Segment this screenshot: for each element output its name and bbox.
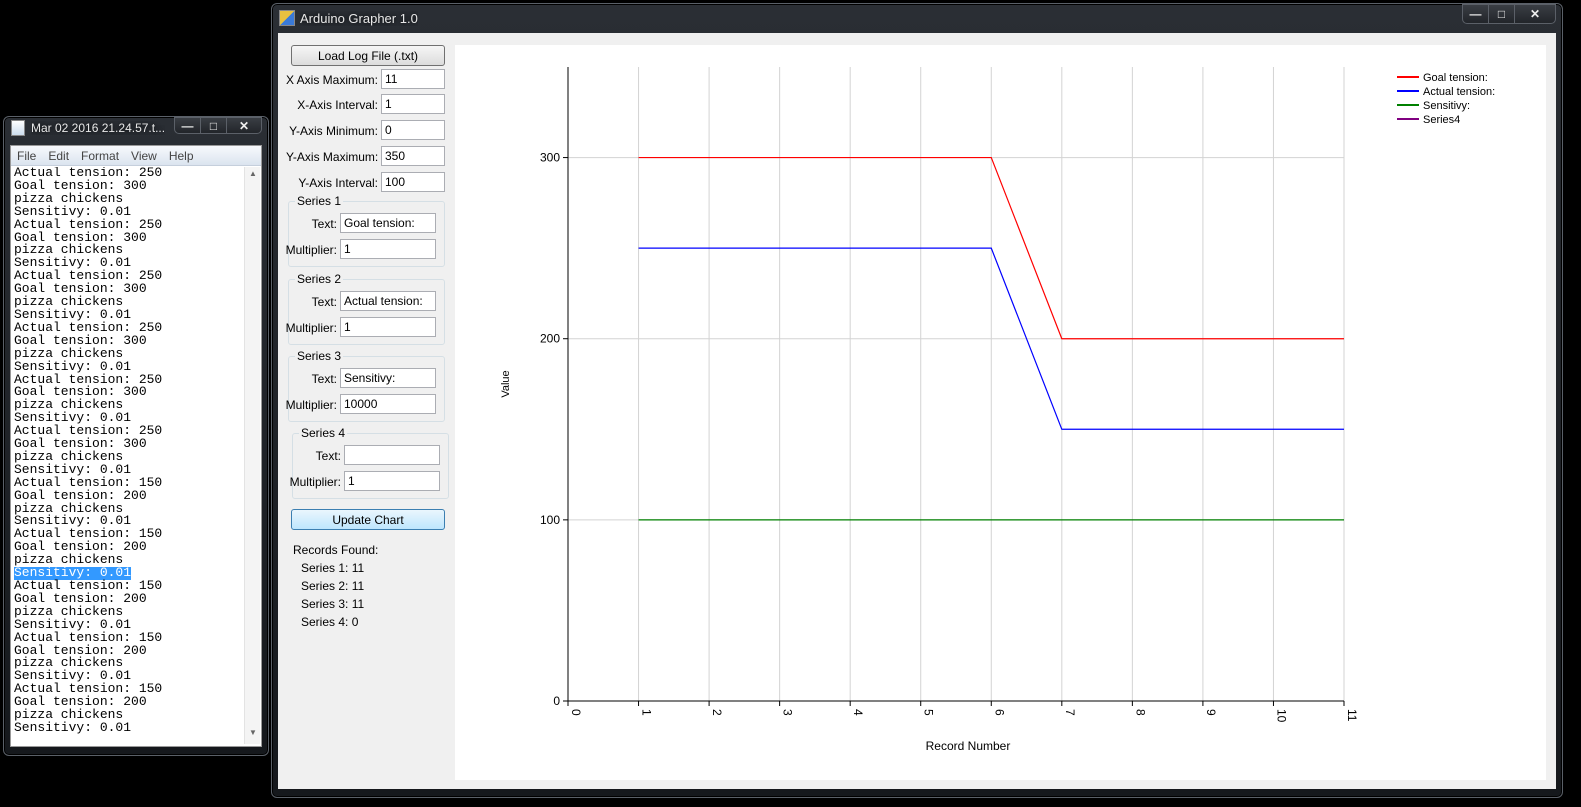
y-axis-interval-label: Y-Axis Interval: — [298, 176, 378, 190]
legend-label: Sensitivy: — [1423, 100, 1470, 112]
series-4-text-label: Text: — [315, 449, 341, 463]
y-tick-label: 300 — [540, 151, 560, 165]
x-tick-label: 11 — [1345, 709, 1359, 722]
y-tick-label: 100 — [540, 513, 560, 527]
series-1-group-title: Series 1 — [295, 194, 344, 208]
y-tick-label: 0 — [553, 694, 560, 708]
menu-file[interactable]: File — [11, 149, 42, 163]
minimize-button[interactable]: — — [1462, 4, 1488, 24]
legend-label: Series4 — [1423, 114, 1460, 126]
x-tick-label: 0 — [569, 709, 583, 716]
notepad-titlebar[interactable]: Mar 02 2016 21.24.57.t... — □ ✕ — [4, 117, 268, 139]
x-axis-max-label: X Axis Maximum: — [286, 73, 379, 87]
y-axis-min-input[interactable] — [381, 120, 445, 140]
maximize-button[interactable]: □ — [200, 117, 226, 134]
maximize-button[interactable]: □ — [1488, 4, 1514, 24]
notepad-window[interactable]: Mar 02 2016 21.24.57.t... — □ ✕ File Edit… — [3, 116, 269, 756]
series-4-group-title: Series 4 — [299, 426, 348, 440]
grapher-client: Load Log File (.txt) X Axis Maximum: X-A… — [278, 33, 1556, 789]
y-axis-max-input[interactable] — [381, 146, 445, 166]
legend-label: Actual tension: — [1423, 86, 1495, 98]
series-2-multiplier-label: Multiplier: — [285, 321, 337, 335]
y-tick-label: 200 — [540, 332, 560, 346]
minimize-button[interactable]: — — [174, 117, 200, 134]
x-tick-label: 2 — [710, 709, 724, 716]
series-2-multiplier-input[interactable] — [340, 317, 436, 337]
records-found-heading: Records Found: — [293, 543, 379, 557]
x-tick-label: 9 — [1204, 709, 1218, 716]
update-chart-button[interactable]: Update Chart — [291, 509, 445, 530]
menu-format[interactable]: Format — [75, 149, 125, 163]
records-series-3: Series 3: 11 — [301, 597, 365, 611]
menu-help[interactable]: Help — [163, 149, 200, 163]
y-axis-min-label: Y-Axis Minimum: — [289, 124, 378, 138]
close-button[interactable]: ✕ — [226, 117, 262, 134]
x-tick-label: 4 — [851, 709, 865, 716]
notepad-client: File Edit Format View Help Actual tension: 2… — [10, 145, 262, 747]
series-3-text-input[interactable] — [340, 368, 436, 388]
series-1-multiplier-label: Multiplier: — [285, 243, 337, 257]
series-3-multiplier-input[interactable] — [340, 394, 436, 414]
x-axis-max-input[interactable] — [381, 69, 445, 89]
notepad-title: Mar 02 2016 21.24.57.t... — [31, 121, 166, 135]
menu-edit[interactable]: Edit — [42, 149, 75, 163]
chart-area[interactable]: 0 1 2 3 4 5 6 7 8 9 10 11 0 100 200 300 Record Number Val… — [455, 45, 1546, 780]
series-2-text-input[interactable] — [340, 291, 436, 311]
y-axis-title: Value — [500, 370, 512, 397]
series-4-multiplier-input[interactable] — [344, 471, 440, 491]
notepad-scrollbar[interactable]: ▲ ▼ — [244, 167, 260, 744]
series-2-text-label: Text: — [311, 295, 337, 309]
load-log-file-button[interactable]: Load Log File (.txt) — [291, 45, 445, 66]
notepad-icon — [11, 120, 25, 136]
series-3-text-label: Text: — [311, 372, 337, 386]
x-axis-interval-label: X-Axis Interval: — [297, 98, 378, 112]
series-3-group-title: Series 3 — [295, 349, 344, 363]
records-series-1: Series 1: 11 — [301, 561, 365, 575]
x-tick-label: 7 — [1063, 709, 1077, 716]
notepad-text-area[interactable]: Actual tension: 250 Goal tension: 300 pizz… — [14, 167, 243, 744]
series-1-multiplier-input[interactable] — [340, 239, 436, 259]
grapher-window[interactable]: Arduino Grapher 1.0 — □ ✕ Load Log File … — [271, 3, 1563, 798]
y-axis-max-label: Y-Axis Maximum: — [286, 150, 379, 164]
x-axis-title: Record Number — [926, 739, 1011, 753]
series-1-text-label: Text: — [311, 217, 337, 231]
x-tick-label: 5 — [922, 709, 936, 716]
close-button[interactable]: ✕ — [1514, 4, 1556, 24]
scroll-down-icon[interactable]: ▼ — [245, 728, 261, 742]
series-1-text-input[interactable] — [340, 213, 436, 233]
grapher-title: Arduino Grapher 1.0 — [300, 10, 418, 26]
series-2-group-title: Series 2 — [295, 272, 344, 286]
x-axis-interval-input[interactable] — [381, 94, 445, 114]
x-tick-label: 3 — [781, 709, 795, 716]
text-line: Sensitivy: 0.01 — [14, 719, 132, 735]
notepad-menubar: File Edit Format View Help — [11, 146, 261, 166]
series-4-multiplier-label: Multiplier: — [289, 475, 341, 489]
x-tick-label: 10 — [1274, 709, 1288, 723]
y-axis-interval-input[interactable] — [381, 172, 445, 192]
records-series-2: Series 2: 11 — [301, 579, 365, 593]
x-tick-label: 1 — [640, 709, 654, 716]
records-series-4: Series 4: 0 — [301, 615, 359, 629]
x-tick-label: 8 — [1133, 709, 1147, 716]
line-chart: 0 1 2 3 4 5 6 7 8 9 10 11 0 100 200 300 Record Number Val… — [500, 67, 1495, 753]
legend-label: Goal tension: — [1423, 72, 1488, 84]
app-icon — [279, 10, 295, 26]
menu-view[interactable]: View — [125, 149, 163, 163]
grapher-titlebar[interactable]: Arduino Grapher 1.0 — □ ✕ — [272, 4, 1562, 32]
series-3-multiplier-label: Multiplier: — [285, 398, 337, 412]
scroll-up-icon[interactable]: ▲ — [245, 169, 261, 183]
x-tick-label: 6 — [992, 709, 1006, 716]
series-4-text-input[interactable] — [344, 445, 440, 465]
